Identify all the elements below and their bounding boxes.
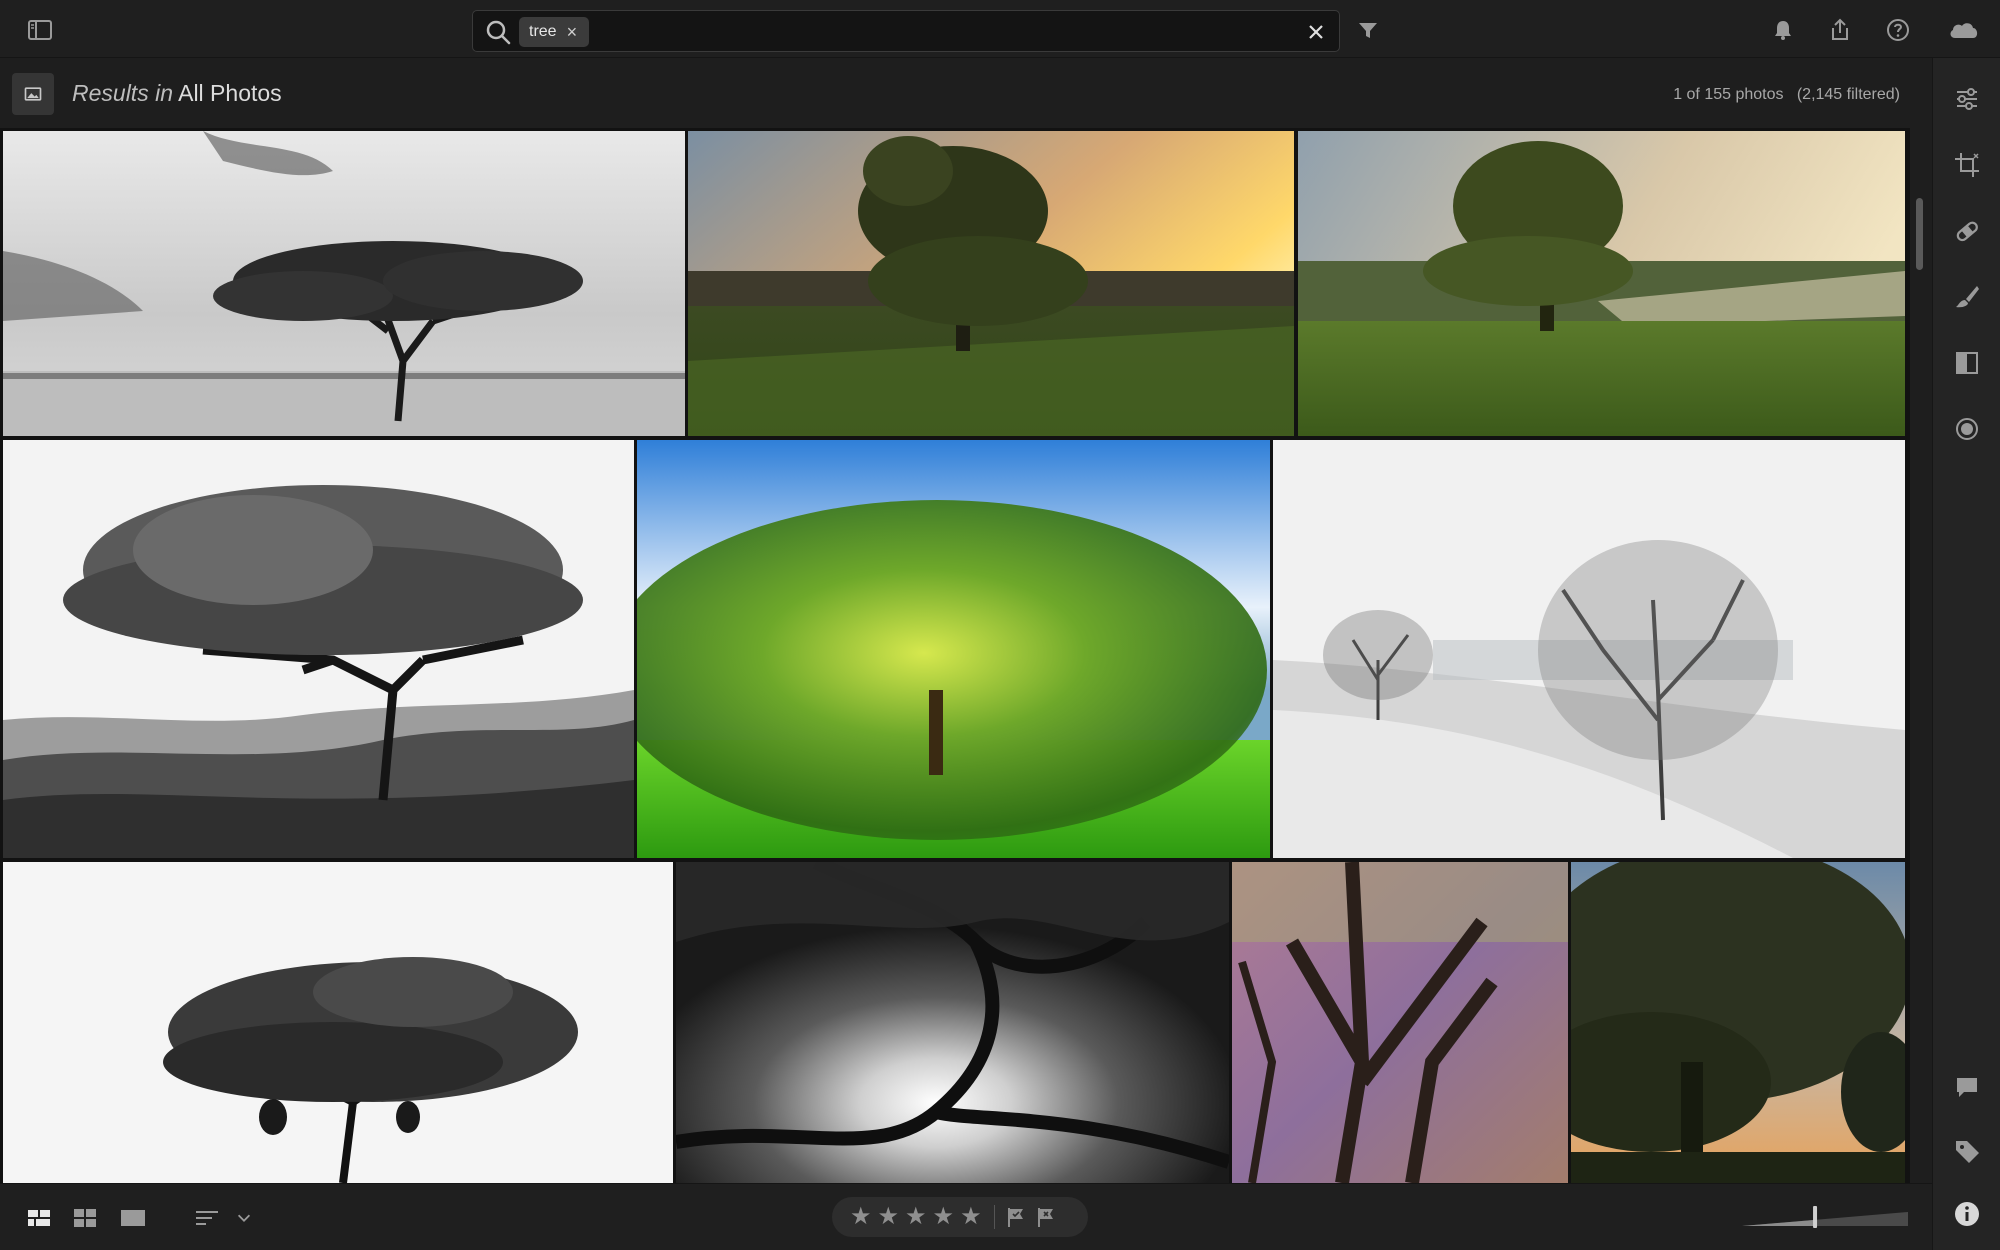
sort-icon[interactable]: [190, 1201, 224, 1235]
photo-zoom-blur-green-tree[interactable]: [637, 440, 1270, 858]
info-icon[interactable]: [1950, 1197, 1984, 1231]
search-input[interactable]: [633, 17, 1273, 47]
photo-bw-tree-canopy-from-below[interactable]: [676, 862, 1229, 1183]
help-icon[interactable]: [1880, 12, 1916, 48]
cloud-icon[interactable]: [1942, 12, 1986, 48]
radial-gradient-icon[interactable]: [1950, 412, 1984, 446]
photo-bare-trees-snow-hill[interactable]: [1273, 440, 1905, 858]
filter-icon[interactable]: [1350, 12, 1386, 48]
search-box[interactable]: tree ×: [472, 10, 1340, 52]
top-bar: tree ×: [0, 0, 2000, 58]
detail-view-icon[interactable]: [116, 1201, 150, 1235]
search-icon: [486, 20, 511, 45]
chevron-down-icon[interactable]: [232, 1201, 256, 1235]
star-4[interactable]: ★: [933, 1205, 955, 1229]
photo-oak-tree-sunset-field[interactable]: [688, 131, 1294, 436]
results-title: Results in All Photos: [72, 80, 282, 107]
thumbnail-size-slider[interactable]: [1742, 1204, 1908, 1230]
photo-grid: [0, 128, 1910, 1183]
results-header: Results in All Photos 1 of 155 photos (2…: [0, 58, 1930, 128]
bottom-toolbar: ★ ★ ★ ★ ★: [0, 1183, 1932, 1250]
clear-search-icon[interactable]: [1301, 17, 1331, 47]
results-prefix: Results in: [72, 80, 173, 106]
tag-icon[interactable]: [1950, 1134, 1984, 1168]
edit-sliders-icon[interactable]: [1950, 82, 1984, 116]
grid-scrollbar[interactable]: [1912, 128, 1926, 1183]
search-chip-label: tree: [529, 23, 557, 40]
square-grid-view-icon[interactable]: [22, 1201, 56, 1235]
photo-purple-leaf-tree[interactable]: [1232, 862, 1568, 1183]
crop-icon[interactable]: [1950, 148, 1984, 182]
results-scope: All Photos: [178, 80, 282, 106]
photo-tree-silhouette-dusk[interactable]: [1571, 862, 1905, 1183]
photo-bw-acacia-tree-bush[interactable]: [3, 440, 634, 858]
reject-flag-icon[interactable]: [1033, 1204, 1059, 1230]
brush-icon[interactable]: [1950, 280, 1984, 314]
bell-icon[interactable]: [1765, 12, 1801, 48]
photo-icon[interactable]: [12, 73, 54, 115]
share-icon[interactable]: [1822, 12, 1858, 48]
photo-grid-view-icon[interactable]: [68, 1201, 102, 1235]
star-1[interactable]: ★: [850, 1205, 872, 1229]
healing-icon[interactable]: [1950, 214, 1984, 248]
rating-flag-group: ★ ★ ★ ★ ★: [832, 1197, 1088, 1237]
photo-bw-acacia-tree-savanna[interactable]: [3, 131, 685, 436]
linear-gradient-icon[interactable]: [1950, 346, 1984, 380]
star-5[interactable]: ★: [960, 1205, 982, 1229]
rating-divider: [993, 1205, 995, 1229]
photo-oak-tree-sunset-field-2[interactable]: [1298, 131, 1905, 436]
search-chip[interactable]: tree ×: [519, 17, 590, 47]
slider-handle[interactable]: [1813, 1206, 1818, 1228]
edit-panel-toolbar: [1932, 58, 2000, 1250]
photo-bw-lone-acacia-tree[interactable]: [3, 862, 673, 1183]
sidebar-toggle-icon[interactable]: [22, 12, 58, 48]
star-2[interactable]: ★: [878, 1205, 900, 1229]
chip-remove-button[interactable]: ×: [567, 23, 578, 41]
comment-icon[interactable]: [1950, 1070, 1984, 1104]
photo-count: 1 of 155 photos (2,145 filtered): [1673, 86, 1900, 103]
star-3[interactable]: ★: [905, 1205, 927, 1229]
scrollbar-thumb[interactable]: [1916, 198, 1923, 270]
pick-flag-icon[interactable]: [1003, 1204, 1029, 1230]
